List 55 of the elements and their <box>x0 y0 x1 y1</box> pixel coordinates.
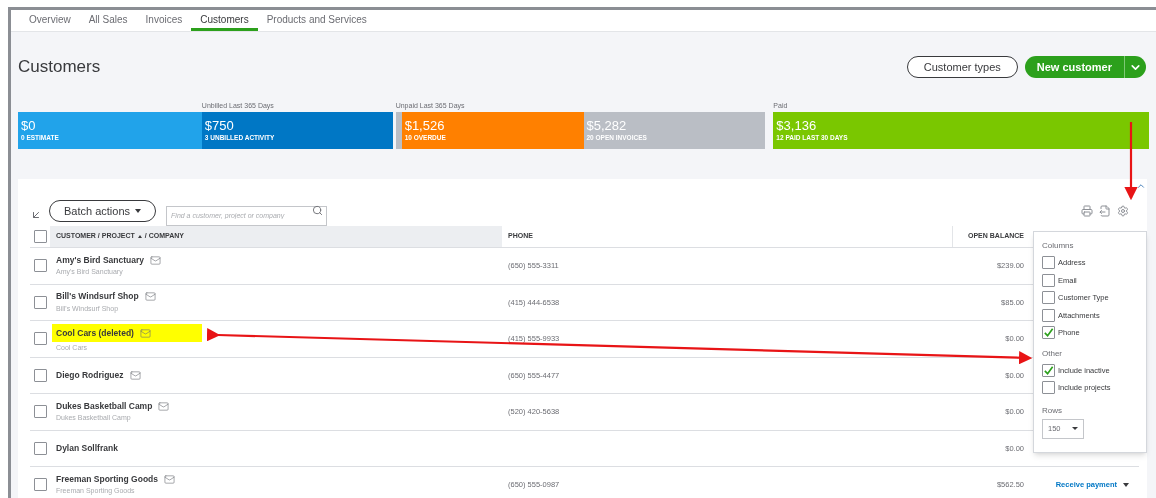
checkbox[interactable] <box>1042 291 1055 305</box>
stat-amount: $5,282 <box>586 119 628 133</box>
caret-icon[interactable] <box>1123 482 1129 487</box>
customer-types-button[interactable]: Customer types <box>906 56 1018 78</box>
checkbox[interactable] <box>33 295 47 309</box>
email-icon[interactable] <box>139 327 151 339</box>
email-icon[interactable] <box>164 473 175 485</box>
rows-label: Rows <box>1042 404 1063 417</box>
tab[interactable]: Products and Services <box>257 10 376 31</box>
email-icon[interactable] <box>129 369 141 381</box>
menu-section-title: Other <box>1042 347 1063 360</box>
checkbox[interactable] <box>1042 326 1055 340</box>
checkbox[interactable] <box>1042 308 1055 322</box>
customer-name-cell[interactable]: Diego Rodriguez <box>56 368 496 382</box>
customer-name-cell[interactable]: Cool Cars (deleted) <box>52 323 202 343</box>
checkbox[interactable] <box>1042 273 1055 287</box>
export-icon[interactable] <box>1099 205 1111 217</box>
checkbox[interactable] <box>33 405 47 419</box>
sort-up-icon <box>137 235 142 238</box>
email-icon[interactable] <box>158 400 170 412</box>
page-title: Customers <box>18 56 101 79</box>
customer-name-cell[interactable]: Dylan Sollfrank <box>56 441 496 455</box>
stat-amount: $1,526 <box>404 119 446 133</box>
customer-name-cell[interactable]: Bill's Windsurf Shop <box>56 290 496 303</box>
checkbox[interactable] <box>1042 256 1055 270</box>
tab[interactable]: Overview <box>20 10 80 31</box>
tab[interactable]: All Sales <box>79 10 137 31</box>
checkmark-icon <box>1043 327 1054 339</box>
stat-amount: $0 <box>21 119 37 133</box>
print-icon[interactable] <box>1081 205 1093 217</box>
settings-icon[interactable] <box>1117 205 1129 217</box>
customer-name-cell[interactable]: Dukes Basketball Camp <box>56 399 496 413</box>
email-icon[interactable] <box>150 254 161 266</box>
checkbox[interactable] <box>33 230 47 243</box>
search-icon <box>312 205 324 216</box>
checkbox[interactable] <box>33 478 47 492</box>
checkbox[interactable] <box>33 368 47 382</box>
tab[interactable]: Customers <box>191 10 258 31</box>
menu-section-title: Columns <box>1042 240 1075 252</box>
stat-amount: $3,136 <box>776 119 818 133</box>
checkbox[interactable] <box>1042 381 1055 395</box>
checkbox[interactable] <box>33 259 47 273</box>
customer-name-cell[interactable]: Amy's Bird Sanctuary <box>56 253 496 267</box>
customer-name-cell[interactable]: Freeman Sporting Goods <box>56 472 496 486</box>
email-icon[interactable] <box>144 291 156 302</box>
checkbox[interactable] <box>33 332 47 346</box>
caret-icon <box>1072 427 1078 430</box>
tab[interactable]: Invoices <box>136 10 192 31</box>
sort-arrow-icon[interactable] <box>30 209 42 221</box>
collapse-icon[interactable] <box>1136 181 1146 191</box>
caret-icon <box>135 209 142 213</box>
checkmark-icon <box>1043 364 1054 376</box>
checkbox[interactable] <box>1042 363 1055 377</box>
checkbox[interactable] <box>33 441 47 455</box>
stat-amount: $750 <box>204 119 235 133</box>
